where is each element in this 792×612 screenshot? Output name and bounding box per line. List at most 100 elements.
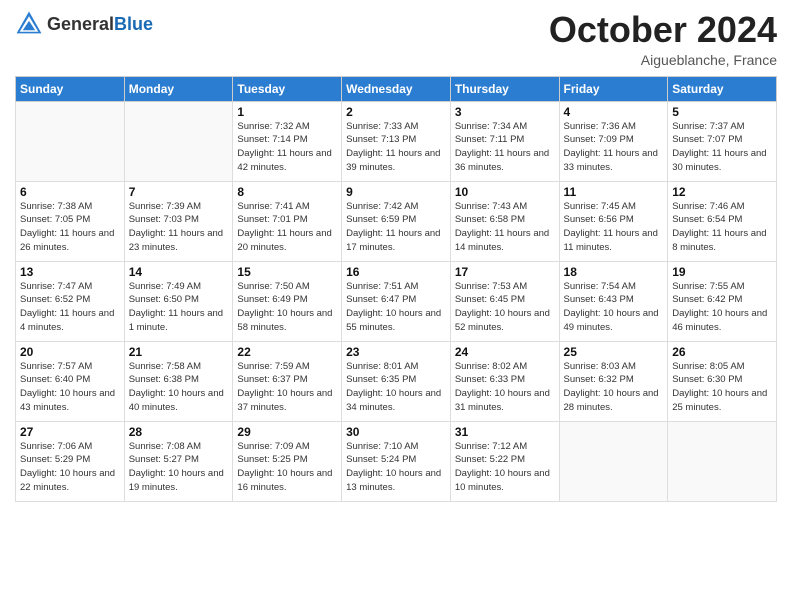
day-number: 31 xyxy=(455,425,555,439)
header-row: SundayMondayTuesdayWednesdayThursdayFrid… xyxy=(16,76,777,101)
calendar-day-cell: 26Sunrise: 8:05 AM Sunset: 6:30 PM Dayli… xyxy=(668,341,777,421)
day-info: Sunrise: 7:41 AM Sunset: 7:01 PM Dayligh… xyxy=(237,200,337,255)
day-number: 8 xyxy=(237,185,337,199)
calendar-day-cell: 14Sunrise: 7:49 AM Sunset: 6:50 PM Dayli… xyxy=(124,261,233,341)
day-info: Sunrise: 7:53 AM Sunset: 6:45 PM Dayligh… xyxy=(455,280,555,335)
day-number: 2 xyxy=(346,105,446,119)
day-header: Friday xyxy=(559,76,668,101)
day-info: Sunrise: 7:55 AM Sunset: 6:42 PM Dayligh… xyxy=(672,280,772,335)
calendar-day-cell: 24Sunrise: 8:02 AM Sunset: 6:33 PM Dayli… xyxy=(450,341,559,421)
day-number: 30 xyxy=(346,425,446,439)
day-number: 20 xyxy=(20,345,120,359)
day-info: Sunrise: 7:59 AM Sunset: 6:37 PM Dayligh… xyxy=(237,360,337,415)
day-info: Sunrise: 7:54 AM Sunset: 6:43 PM Dayligh… xyxy=(564,280,664,335)
calendar-container: General Blue October 2024 Aigueblanche, … xyxy=(0,0,792,512)
calendar-day-cell: 1Sunrise: 7:32 AM Sunset: 7:14 PM Daylig… xyxy=(233,101,342,181)
day-info: Sunrise: 7:32 AM Sunset: 7:14 PM Dayligh… xyxy=(237,120,337,175)
calendar-day-cell: 23Sunrise: 8:01 AM Sunset: 6:35 PM Dayli… xyxy=(342,341,451,421)
day-info: Sunrise: 7:08 AM Sunset: 5:27 PM Dayligh… xyxy=(129,440,229,495)
day-info: Sunrise: 8:05 AM Sunset: 6:30 PM Dayligh… xyxy=(672,360,772,415)
calendar-day-cell: 19Sunrise: 7:55 AM Sunset: 6:42 PM Dayli… xyxy=(668,261,777,341)
day-info: Sunrise: 7:43 AM Sunset: 6:58 PM Dayligh… xyxy=(455,200,555,255)
calendar-day-cell xyxy=(559,421,668,501)
calendar-day-cell: 28Sunrise: 7:08 AM Sunset: 5:27 PM Dayli… xyxy=(124,421,233,501)
day-number: 11 xyxy=(564,185,664,199)
calendar-week-row: 27Sunrise: 7:06 AM Sunset: 5:29 PM Dayli… xyxy=(16,421,777,501)
calendar-day-cell: 20Sunrise: 7:57 AM Sunset: 6:40 PM Dayli… xyxy=(16,341,125,421)
day-info: Sunrise: 7:34 AM Sunset: 7:11 PM Dayligh… xyxy=(455,120,555,175)
calendar-week-row: 13Sunrise: 7:47 AM Sunset: 6:52 PM Dayli… xyxy=(16,261,777,341)
day-header: Wednesday xyxy=(342,76,451,101)
calendar-day-cell: 12Sunrise: 7:46 AM Sunset: 6:54 PM Dayli… xyxy=(668,181,777,261)
day-number: 17 xyxy=(455,265,555,279)
day-info: Sunrise: 7:33 AM Sunset: 7:13 PM Dayligh… xyxy=(346,120,446,175)
calendar-day-cell: 3Sunrise: 7:34 AM Sunset: 7:11 PM Daylig… xyxy=(450,101,559,181)
calendar-day-cell xyxy=(668,421,777,501)
day-number: 27 xyxy=(20,425,120,439)
day-number: 10 xyxy=(455,185,555,199)
calendar-day-cell: 11Sunrise: 7:45 AM Sunset: 6:56 PM Dayli… xyxy=(559,181,668,261)
calendar-week-row: 1Sunrise: 7:32 AM Sunset: 7:14 PM Daylig… xyxy=(16,101,777,181)
calendar-day-cell: 2Sunrise: 7:33 AM Sunset: 7:13 PM Daylig… xyxy=(342,101,451,181)
day-info: Sunrise: 7:36 AM Sunset: 7:09 PM Dayligh… xyxy=(564,120,664,175)
day-info: Sunrise: 7:58 AM Sunset: 6:38 PM Dayligh… xyxy=(129,360,229,415)
day-info: Sunrise: 7:10 AM Sunset: 5:24 PM Dayligh… xyxy=(346,440,446,495)
day-number: 25 xyxy=(564,345,664,359)
day-number: 1 xyxy=(237,105,337,119)
day-info: Sunrise: 7:50 AM Sunset: 6:49 PM Dayligh… xyxy=(237,280,337,335)
day-info: Sunrise: 7:47 AM Sunset: 6:52 PM Dayligh… xyxy=(20,280,120,335)
day-number: 6 xyxy=(20,185,120,199)
logo-icon xyxy=(15,10,43,38)
day-header: Thursday xyxy=(450,76,559,101)
calendar-day-cell: 6Sunrise: 7:38 AM Sunset: 7:05 PM Daylig… xyxy=(16,181,125,261)
day-info: Sunrise: 7:06 AM Sunset: 5:29 PM Dayligh… xyxy=(20,440,120,495)
day-info: Sunrise: 7:51 AM Sunset: 6:47 PM Dayligh… xyxy=(346,280,446,335)
calendar-day-cell: 21Sunrise: 7:58 AM Sunset: 6:38 PM Dayli… xyxy=(124,341,233,421)
day-info: Sunrise: 8:01 AM Sunset: 6:35 PM Dayligh… xyxy=(346,360,446,415)
calendar-day-cell: 17Sunrise: 7:53 AM Sunset: 6:45 PM Dayli… xyxy=(450,261,559,341)
day-number: 12 xyxy=(672,185,772,199)
day-number: 13 xyxy=(20,265,120,279)
calendar-week-row: 20Sunrise: 7:57 AM Sunset: 6:40 PM Dayli… xyxy=(16,341,777,421)
logo-text-general: General xyxy=(47,14,114,35)
calendar-day-cell xyxy=(16,101,125,181)
calendar-table: SundayMondayTuesdayWednesdayThursdayFrid… xyxy=(15,76,777,502)
day-header: Tuesday xyxy=(233,76,342,101)
calendar-day-cell: 16Sunrise: 7:51 AM Sunset: 6:47 PM Dayli… xyxy=(342,261,451,341)
day-header: Monday xyxy=(124,76,233,101)
calendar-week-row: 6Sunrise: 7:38 AM Sunset: 7:05 PM Daylig… xyxy=(16,181,777,261)
day-info: Sunrise: 8:02 AM Sunset: 6:33 PM Dayligh… xyxy=(455,360,555,415)
day-number: 28 xyxy=(129,425,229,439)
calendar-day-cell: 8Sunrise: 7:41 AM Sunset: 7:01 PM Daylig… xyxy=(233,181,342,261)
calendar-day-cell: 5Sunrise: 7:37 AM Sunset: 7:07 PM Daylig… xyxy=(668,101,777,181)
logo-text-blue: Blue xyxy=(114,14,153,35)
day-number: 7 xyxy=(129,185,229,199)
day-info: Sunrise: 7:49 AM Sunset: 6:50 PM Dayligh… xyxy=(129,280,229,335)
logo: General Blue xyxy=(15,10,153,38)
calendar-day-cell: 7Sunrise: 7:39 AM Sunset: 7:03 PM Daylig… xyxy=(124,181,233,261)
calendar-day-cell: 4Sunrise: 7:36 AM Sunset: 7:09 PM Daylig… xyxy=(559,101,668,181)
day-number: 18 xyxy=(564,265,664,279)
day-info: Sunrise: 8:03 AM Sunset: 6:32 PM Dayligh… xyxy=(564,360,664,415)
calendar-day-cell: 13Sunrise: 7:47 AM Sunset: 6:52 PM Dayli… xyxy=(16,261,125,341)
day-info: Sunrise: 7:37 AM Sunset: 7:07 PM Dayligh… xyxy=(672,120,772,175)
calendar-day-cell: 25Sunrise: 8:03 AM Sunset: 6:32 PM Dayli… xyxy=(559,341,668,421)
day-number: 4 xyxy=(564,105,664,119)
day-info: Sunrise: 7:09 AM Sunset: 5:25 PM Dayligh… xyxy=(237,440,337,495)
day-number: 29 xyxy=(237,425,337,439)
day-number: 3 xyxy=(455,105,555,119)
day-number: 22 xyxy=(237,345,337,359)
calendar-day-cell: 29Sunrise: 7:09 AM Sunset: 5:25 PM Dayli… xyxy=(233,421,342,501)
day-number: 26 xyxy=(672,345,772,359)
calendar-day-cell: 31Sunrise: 7:12 AM Sunset: 5:22 PM Dayli… xyxy=(450,421,559,501)
month-title: October 2024 xyxy=(549,10,777,50)
header: General Blue October 2024 Aigueblanche, … xyxy=(15,10,777,68)
title-block: October 2024 Aigueblanche, France xyxy=(549,10,777,68)
day-number: 9 xyxy=(346,185,446,199)
day-info: Sunrise: 7:42 AM Sunset: 6:59 PM Dayligh… xyxy=(346,200,446,255)
day-number: 15 xyxy=(237,265,337,279)
day-info: Sunrise: 7:46 AM Sunset: 6:54 PM Dayligh… xyxy=(672,200,772,255)
day-info: Sunrise: 7:12 AM Sunset: 5:22 PM Dayligh… xyxy=(455,440,555,495)
calendar-day-cell: 27Sunrise: 7:06 AM Sunset: 5:29 PM Dayli… xyxy=(16,421,125,501)
day-info: Sunrise: 7:39 AM Sunset: 7:03 PM Dayligh… xyxy=(129,200,229,255)
